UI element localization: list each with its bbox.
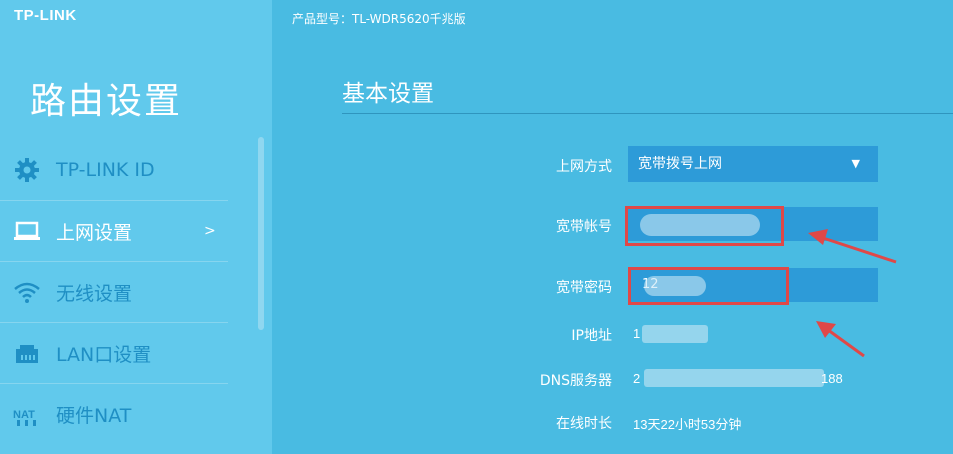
chevron-right-icon: > bbox=[204, 223, 216, 239]
sidebar-item-label: 无线设置 bbox=[56, 282, 133, 305]
sidebar-item-label: 硬件NAT bbox=[56, 405, 132, 427]
sidebar-item-label: TP-LINK ID bbox=[56, 159, 155, 181]
sidebar-item-internet-settings[interactable]: 上网设置 > bbox=[0, 201, 228, 262]
ethernet-icon bbox=[12, 338, 42, 368]
svg-text:NAT: NAT bbox=[13, 409, 35, 421]
sidebar-title: 路由设置 bbox=[30, 81, 183, 122]
sidebar-item-lan[interactable]: LAN口设置 bbox=[0, 323, 228, 384]
sidebar-item-tp-link-id[interactable]: TP-LINK ID bbox=[0, 140, 228, 201]
sidebar-nav: TP-LINK ID 上网设置 > 无线设置 LAN口设置 NAT 硬件NAT bbox=[0, 140, 228, 445]
laptop-icon bbox=[12, 216, 42, 246]
annotation-arrows bbox=[808, 229, 897, 358]
sidebar-scrollbar[interactable] bbox=[258, 137, 264, 330]
nat-icon: NAT bbox=[12, 400, 42, 430]
gear-icon bbox=[12, 155, 42, 185]
tp-link-logo: TP-LINK bbox=[14, 7, 77, 24]
sidebar: TP-LINK 路由设置 TP-LINK ID 上网设置 > 无线设置 LAN口… bbox=[0, 0, 272, 454]
sidebar-item-wireless[interactable]: 无线设置 bbox=[0, 262, 228, 323]
sidebar-item-label: 上网设置 bbox=[56, 221, 133, 244]
main-panel: 产品型号：TL-WDR5620千兆版 基本设置 上网方式 宽带拨号上网 ▼ 宽带… bbox=[272, 0, 953, 454]
sidebar-item-label: LAN口设置 bbox=[56, 343, 152, 366]
sidebar-item-hardware-nat[interactable]: NAT 硬件NAT bbox=[0, 384, 228, 445]
wifi-icon bbox=[12, 277, 42, 307]
